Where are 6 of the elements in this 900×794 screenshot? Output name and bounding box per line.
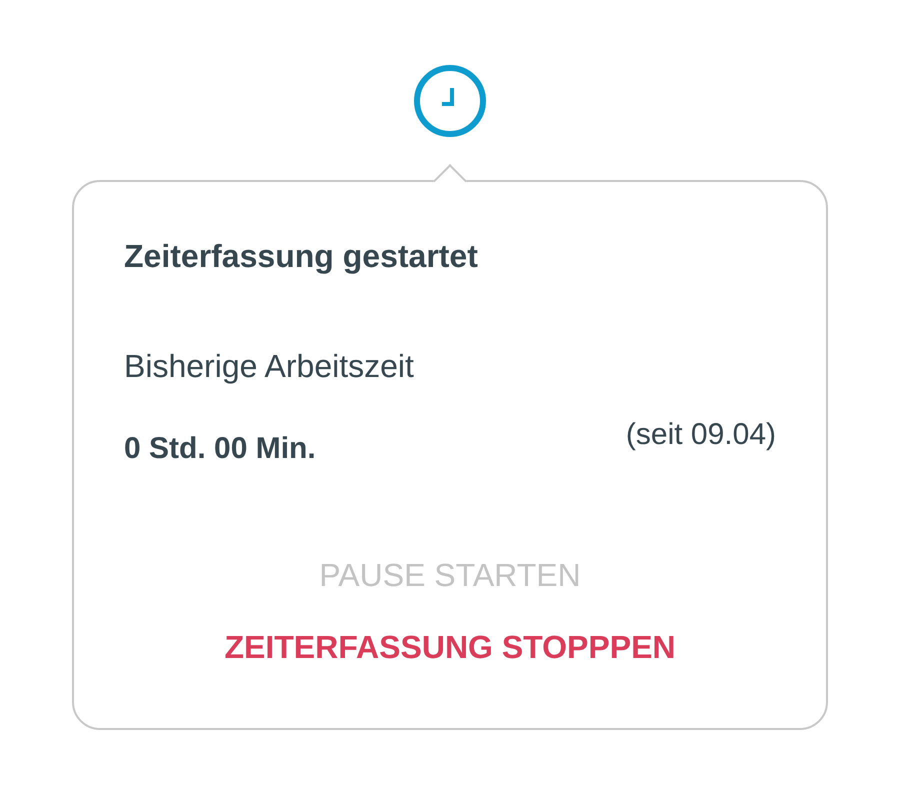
- worktime-value: 0 Std. 00 Min.: [124, 431, 316, 467]
- clock-icon: [413, 64, 487, 138]
- since-date: (seit 09.04): [626, 417, 776, 453]
- stop-button[interactable]: ZEITERFASSUNG STOPPPEN: [224, 627, 676, 667]
- popup-title: Zeiterfassung gestartet: [124, 237, 479, 276]
- worktime-label: Bisherige Arbeitszeit: [124, 347, 415, 386]
